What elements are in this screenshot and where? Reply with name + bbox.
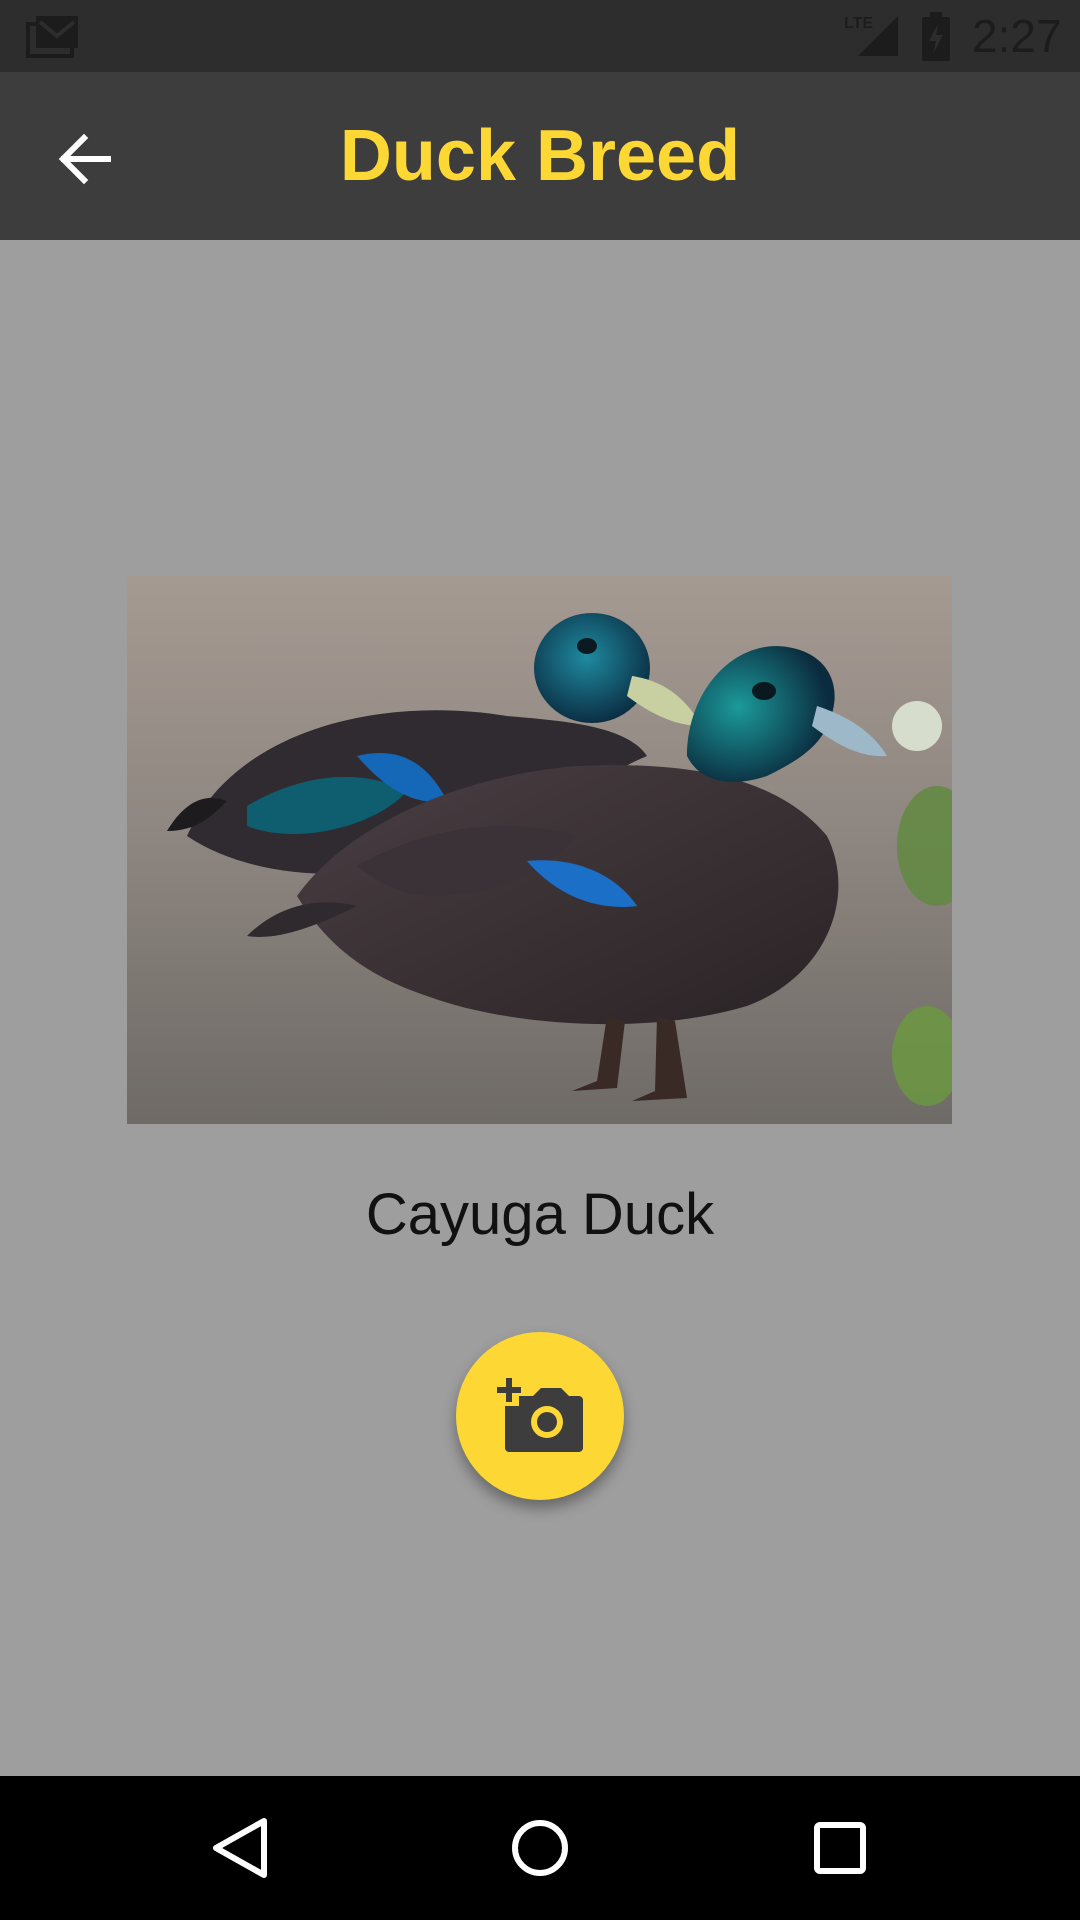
add-photo-button[interactable] [456,1332,624,1500]
nav-recents-button[interactable] [790,1798,890,1898]
back-button[interactable] [40,114,130,204]
arrow-back-icon [58,133,111,185]
breed-name-label: Cayuga Duck [365,1182,715,1247]
status-bar: LTE 2:27 [0,0,1080,72]
main-content: Cayuga Duck [0,240,1080,1776]
screen: LTE 2:27 Duck Breed Cayuga Duck [0,0,1080,1920]
app-bar: Duck Breed [0,72,1080,240]
battery-charging-icon [922,12,950,61]
nav-back-button[interactable] [190,1798,290,1898]
page-title: Duck Breed [339,116,741,196]
duck-photo [127,576,952,1124]
status-clock: 2:27 [972,10,1062,62]
mail-icon [26,16,78,58]
add-a-photo-icon [497,1378,583,1452]
nav-recents-icon [814,1822,866,1874]
nav-back-icon [213,1818,267,1878]
svg-text:LTE: LTE [844,15,873,32]
lte-signal-icon: LTE [844,15,898,56]
system-nav-bar [0,1776,1080,1920]
nav-home-button[interactable] [490,1798,590,1898]
nav-home-icon [512,1820,568,1876]
